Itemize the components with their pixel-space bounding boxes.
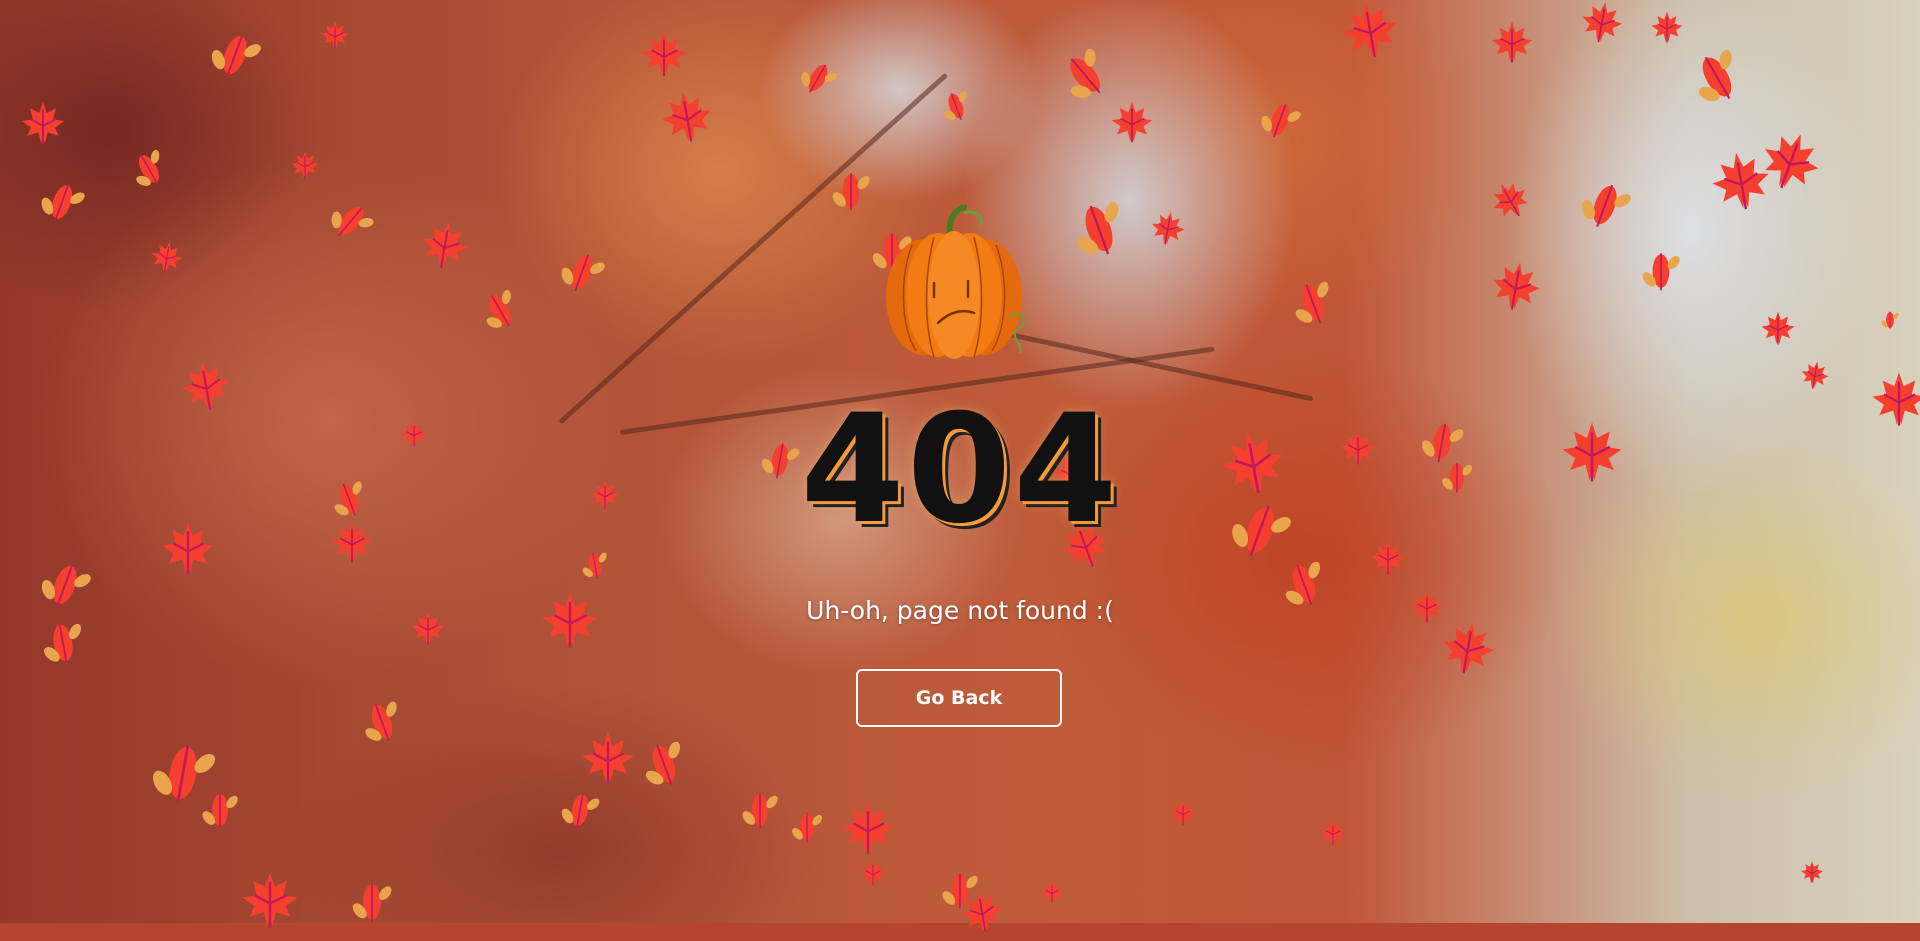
sad-pumpkin-icon [872,204,1036,365]
error-page: 404 Uh-oh, page not found :( Go Back [0,0,1920,923]
error-message: Uh-oh, page not found :( [806,596,1114,625]
error-code: 404 [800,383,1120,557]
go-back-button[interactable]: Go Back [856,669,1062,727]
